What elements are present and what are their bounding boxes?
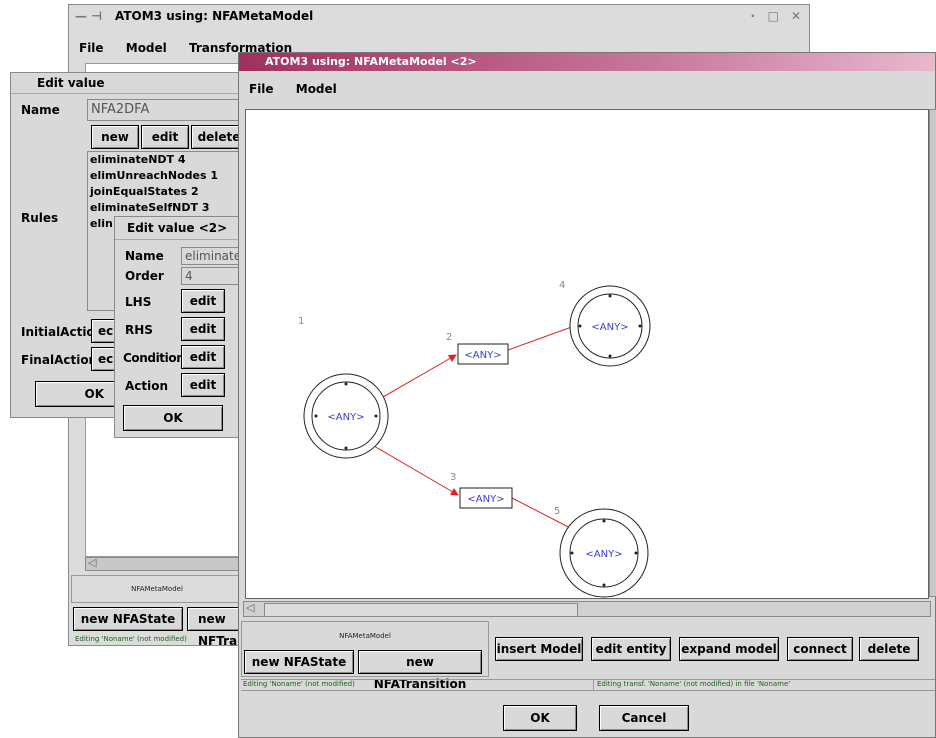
- order-field[interactable]: 4: [181, 267, 243, 285]
- edge-2-to-4[interactable]: [507, 323, 578, 351]
- maximize-icon[interactable]: □: [768, 5, 779, 27]
- front-window-titlebar: ATOM3 using: NFAMetaModel <2>: [239, 53, 935, 71]
- state-id-4: 4: [559, 280, 565, 291]
- edge-1-to-2[interactable]: [375, 354, 457, 402]
- front-model-panel: NFAMetaModel new NFAState new NFATransit…: [241, 621, 489, 691]
- expand-model-button[interactable]: expand model: [679, 637, 779, 661]
- transition-label-3: <ANY>: [467, 494, 504, 505]
- model-canvas[interactable]: 1 <ANY> 4 <ANY> 5 <ANY> 2 <ANY> 3 <ANY>: [245, 109, 929, 599]
- rhs-label: RHS: [125, 323, 153, 337]
- back-window-titlebar: — ⊣ ATOM3 using: NFAMetaModel · □ ✕: [69, 5, 809, 27]
- ok-button[interactable]: OK: [503, 705, 577, 731]
- final-action-label: FinalAction: [21, 353, 98, 367]
- edit-value-2-titlebar: Edit value <2>: [115, 217, 241, 240]
- edit-value-titlebar: Edit value: [11, 73, 241, 94]
- rhs-edit-button[interactable]: edit: [181, 317, 225, 341]
- menu-file[interactable]: File: [249, 82, 274, 96]
- state-label-1: <ANY>: [327, 412, 364, 423]
- edit-entity-button[interactable]: edit entity: [591, 637, 671, 661]
- edit-rule-button[interactable]: edit: [141, 125, 189, 149]
- menu-model[interactable]: Model: [296, 82, 337, 96]
- edit-value-2-ok-button[interactable]: OK: [123, 405, 223, 431]
- action-edit-button[interactable]: edit: [181, 373, 225, 397]
- back-model-panel: NFAMetaModel: [71, 575, 243, 603]
- scroll-left-icon[interactable]: ◁: [88, 556, 96, 569]
- front-model-label: NFAMetaModel: [339, 632, 391, 640]
- cancel-button[interactable]: Cancel: [599, 705, 689, 731]
- new-rule-button[interactable]: new: [91, 125, 139, 149]
- state-id-1: 1: [298, 316, 304, 327]
- list-item[interactable]: eliminateSelfNDT 3: [90, 200, 246, 216]
- front-horizontal-scrollbar[interactable]: ◁: [243, 601, 931, 617]
- action-label: Action: [125, 379, 169, 393]
- state-id-5: 5: [554, 506, 560, 517]
- back-window-title: ATOM3 using: NFAMetaModel: [115, 9, 314, 23]
- rules-label: Rules: [21, 211, 59, 225]
- front-vertical-scrollbar[interactable]: [929, 109, 936, 597]
- condition-label: Condition: [123, 351, 185, 365]
- minimize-icon[interactable]: ·: [750, 5, 755, 27]
- status-divider: [593, 680, 594, 690]
- transition-id-3: 3: [450, 472, 456, 483]
- back-model-label: NFAMetaModel: [131, 585, 183, 593]
- edit-value-2-dialog: Edit value <2> Name eliminateN Order 4 L…: [114, 216, 243, 438]
- list-item[interactable]: elimUnreachNodes 1: [90, 168, 246, 184]
- insert-model-button[interactable]: insert Model: [495, 637, 583, 661]
- name-label: Name: [21, 103, 60, 117]
- lhs-label: LHS: [125, 295, 152, 309]
- graph-svg: 1 <ANY> 4 <ANY> 5 <ANY> 2 <ANY> 3 <ANY>: [298, 280, 651, 598]
- state-label-5: <ANY>: [585, 549, 622, 560]
- list-item[interactable]: joinEqualStates 2: [90, 184, 246, 200]
- new-nfatransition-button[interactable]: new NFATransition: [358, 650, 482, 691]
- condition-edit-button[interactable]: edit: [181, 345, 225, 369]
- back-new-nfastate-button[interactable]: new NFAState: [73, 607, 183, 631]
- menu-file[interactable]: File: [79, 41, 104, 55]
- new-nfastate-button[interactable]: new NFAState: [244, 650, 354, 674]
- connect-button[interactable]: connect: [787, 637, 853, 661]
- front-window-title: ATOM3 using: NFAMetaModel <2>: [265, 55, 477, 68]
- window-menu-icon[interactable]: — ⊣: [75, 5, 102, 27]
- transition-id-2: 2: [446, 332, 452, 343]
- name-field[interactable]: NFA2DFA: [87, 99, 247, 121]
- list-item[interactable]: eliminateNDT 4: [90, 152, 246, 168]
- menu-model[interactable]: Model: [126, 41, 167, 55]
- transition-label-2: <ANY>: [464, 350, 501, 361]
- state-label-4: <ANY>: [591, 322, 628, 333]
- front-menubar: File Model: [239, 78, 935, 100]
- front-status-bar: Editing 'Noname' (not modified) Editing …: [241, 679, 935, 691]
- back-horizontal-scrollbar[interactable]: ◁: [85, 556, 245, 571]
- rule-name-field[interactable]: eliminateN: [181, 247, 243, 265]
- rule-name-label: Name: [125, 249, 164, 263]
- status-right: Editing transf. 'Noname' (not modified) …: [597, 680, 791, 688]
- scroll-thumb[interactable]: [264, 603, 578, 617]
- order-label: Order: [125, 269, 164, 283]
- status-left: Editing 'Noname' (not modified): [243, 680, 355, 688]
- back-status-bar: Editing 'Noname' (not modified): [75, 635, 187, 643]
- edge-1-to-3[interactable]: [373, 445, 459, 496]
- close-icon[interactable]: ✕: [791, 5, 801, 27]
- front-window: ATOM3 using: NFAMetaModel <2> File Model: [238, 52, 936, 738]
- scroll-left-icon[interactable]: ◁: [246, 601, 254, 614]
- delete-button[interactable]: delete: [859, 637, 919, 661]
- lhs-edit-button[interactable]: edit: [181, 289, 225, 313]
